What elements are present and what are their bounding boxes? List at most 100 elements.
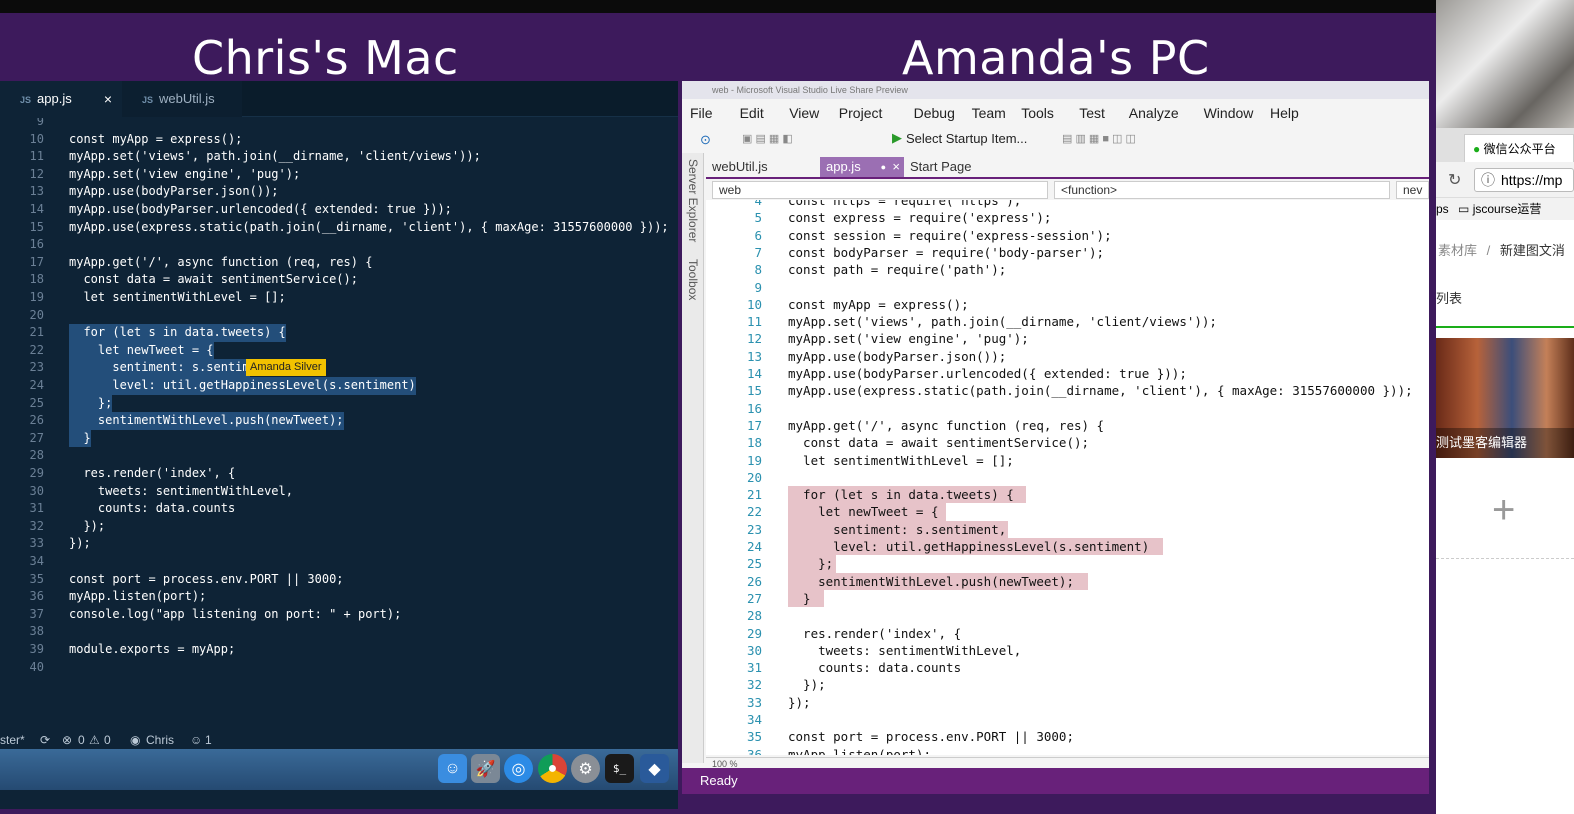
code-line[interactable]: 31 counts: data.counts <box>0 500 678 518</box>
tab-start-page[interactable]: Start Page <box>904 157 977 177</box>
url-input[interactable]: ⓘ https://mp <box>1474 168 1574 192</box>
code-line[interactable]: 15 myApp.use(express.static(path.join(__d… <box>706 382 1429 399</box>
error-count[interactable]: 0 <box>78 730 85 750</box>
code-line[interactable]: 12 myApp.set('view engine', 'pug'); <box>0 166 678 184</box>
menu-file[interactable]: File <box>690 105 713 121</box>
git-branch[interactable]: ster* <box>0 730 25 750</box>
code-line[interactable]: 32 }); <box>0 518 678 536</box>
code-line[interactable]: 22 let newTweet = { <box>706 503 1429 520</box>
code-line[interactable]: 23 sentiment: s.sentim Amanda Silver <box>0 359 678 377</box>
menu-team[interactable]: Team <box>972 105 1006 121</box>
startup-item-select[interactable]: Select Startup Item... <box>906 131 1027 146</box>
code-line[interactable]: 32 }); <box>706 676 1429 693</box>
code-line[interactable]: 6 const session = require('express-sessio… <box>706 227 1429 244</box>
code-line[interactable]: 40 <box>0 659 678 677</box>
code-line[interactable]: 12 myApp.set('view engine', 'pug'); <box>706 330 1429 347</box>
code-line[interactable]: 33}); <box>706 694 1429 711</box>
browser-tab[interactable]: ● 微信公众平台 <box>1464 134 1574 162</box>
system-preferences-icon[interactable]: ⚙ <box>571 754 600 783</box>
code-line[interactable]: 35 const port = process.env.PORT || 3000; <box>706 728 1429 745</box>
chrome-icon[interactable]: ● <box>538 754 567 783</box>
code-line[interactable]: 19 let sentimentWithLevel = []; <box>706 452 1429 469</box>
code-line[interactable]: 16 <box>706 400 1429 417</box>
code-line[interactable]: 9 <box>0 118 678 131</box>
code-line[interactable]: 9 <box>706 279 1429 296</box>
warning-count[interactable]: 0 <box>104 730 111 750</box>
code-line[interactable]: 20 <box>706 469 1429 486</box>
code-line[interactable]: 29 res.render('index', { <box>0 465 678 483</box>
code-line[interactable]: 21 for (let s in data.tweets) { <box>706 486 1429 503</box>
launchpad-icon[interactable]: 🚀 <box>471 754 500 783</box>
menu-edit[interactable]: Edit <box>740 105 764 121</box>
vscode-icon[interactable]: ◆ <box>640 754 669 783</box>
code-line[interactable]: 14 myApp.use(bodyParser.urlencoded({ exte… <box>0 201 678 219</box>
server-explorer-tab[interactable]: Server Explorer <box>686 159 700 242</box>
tab-webutil-js[interactable]: webUtil.js <box>706 157 774 177</box>
add-article-button[interactable]: + <box>1492 488 1515 533</box>
code-line[interactable]: 34 <box>706 711 1429 728</box>
code-line[interactable]: 38 <box>0 623 678 641</box>
code-line[interactable]: 29 res.render('index', { <box>706 625 1429 642</box>
code-line[interactable]: 26 sentimentWithLevel.push(newTweet); <box>0 412 678 430</box>
code-line[interactable]: 37 console.log("app listening on port: " … <box>0 606 678 624</box>
menu-window[interactable]: Window <box>1204 105 1254 121</box>
back-icon[interactable]: ⊙ <box>700 132 711 148</box>
code-line[interactable]: 23 sentiment: s.sentiment, <box>706 521 1429 538</box>
menu-project[interactable]: Project <box>839 105 883 121</box>
code-line[interactable]: 26 sentimentWithLevel.push(newTweet); <box>706 573 1429 590</box>
code-line[interactable]: 13 myApp.use(bodyParser.json()); <box>0 183 678 201</box>
code-line[interactable]: 18 const data = await sentimentService()… <box>0 271 678 289</box>
tab-webutil-js[interactable]: JS webUtil.js <box>122 81 242 117</box>
code-line[interactable]: 30 tweets: sentimentWithLevel, <box>706 642 1429 659</box>
code-line[interactable]: 35 const port = process.env.PORT || 3000; <box>0 571 678 589</box>
code-line[interactable]: 18 const data = await sentimentService()… <box>706 434 1429 451</box>
code-line[interactable]: 31 counts: data.counts <box>706 659 1429 676</box>
code-line[interactable]: 22 let newTweet = { <box>0 341 678 360</box>
code-line[interactable]: 14 myApp.use(bodyParser.urlencoded({ exte… <box>706 365 1429 382</box>
code-line[interactable]: 5 const express = require('express'); <box>706 209 1429 226</box>
code-line[interactable]: 17 myApp.get('/', async function (req, re… <box>0 254 678 272</box>
reload-icon[interactable]: ↻ <box>1448 170 1461 190</box>
menu-analyze[interactable]: Analyze <box>1129 105 1179 121</box>
code-line[interactable]: 20 <box>0 307 678 325</box>
code-line[interactable]: 11 myApp.set('views', path.join(__dirname… <box>706 313 1429 330</box>
code-line[interactable]: 10 const myApp = express(); <box>706 296 1429 313</box>
menu-view[interactable]: View <box>789 105 819 121</box>
code-line[interactable]: 8 const path = require('path'); <box>706 261 1429 278</box>
code-area[interactable]: 9 10 const myApp = express(); 11 myApp.set('… <box>0 118 678 728</box>
sync-icon[interactable]: ⟳ <box>40 730 50 750</box>
code-line[interactable]: 16 <box>0 236 678 254</box>
code-line[interactable]: 27 } <box>706 590 1429 607</box>
code-line[interactable]: 13 myApp.use(bodyParser.json()); <box>706 348 1429 365</box>
code-line[interactable]: 27 } <box>0 429 678 448</box>
code-line[interactable]: 7 const bodyParser = require('body-parser… <box>706 244 1429 261</box>
menu-debug[interactable]: Debug <box>914 105 955 121</box>
member-dropdown[interactable]: nev <box>1396 181 1429 199</box>
live-share-user[interactable]: Chris <box>146 730 174 750</box>
menu-help[interactable]: Help <box>1270 105 1299 121</box>
code-line[interactable]: 11 myApp.set('views', path.join(__dirname… <box>0 148 678 166</box>
start-debug-icon[interactable]: ▶ <box>892 130 902 146</box>
scope-dropdown[interactable]: <function> <box>1054 181 1390 199</box>
toolbox-tab[interactable]: Toolbox <box>686 259 700 300</box>
menu-tools[interactable]: Tools <box>1021 105 1054 121</box>
toolbar-icons-2[interactable]: ▤ ▥ ▦ ■ ◫ ◫ <box>1062 132 1136 145</box>
breadcrumb-material[interactable]: 素材库 <box>1438 243 1477 258</box>
bookmark-jscourse[interactable]: jscourse运营 <box>1473 202 1542 216</box>
tab-app-js[interactable]: JS app.js × <box>0 81 122 117</box>
code-line[interactable]: 25 }; <box>0 394 678 413</box>
code-line[interactable]: 39 module.exports = myApp; <box>0 641 678 659</box>
terminal-icon[interactable]: $_ <box>605 754 634 783</box>
code-line[interactable]: 24 level: util.getHappinessLevel(s.senti… <box>0 377 678 395</box>
code-line[interactable]: 36 myApp.listen(port); <box>706 746 1429 755</box>
code-line[interactable]: 25 }; <box>706 555 1429 572</box>
code-area[interactable]: 4 const https = require('https'); 5 const e… <box>706 200 1429 755</box>
code-line[interactable]: 15 myApp.use(express.static(path.join(__d… <box>0 219 678 237</box>
menu-test[interactable]: Test <box>1079 105 1105 121</box>
article-title[interactable]: 测试墨客编辑器 <box>1436 428 1574 458</box>
code-line[interactable]: 19 let sentimentWithLevel = []; <box>0 289 678 307</box>
code-line[interactable]: 28 <box>0 447 678 465</box>
code-line[interactable]: 34 <box>0 553 678 571</box>
participants-count[interactable]: 1 <box>205 730 212 750</box>
code-line[interactable]: 28 <box>706 607 1429 624</box>
